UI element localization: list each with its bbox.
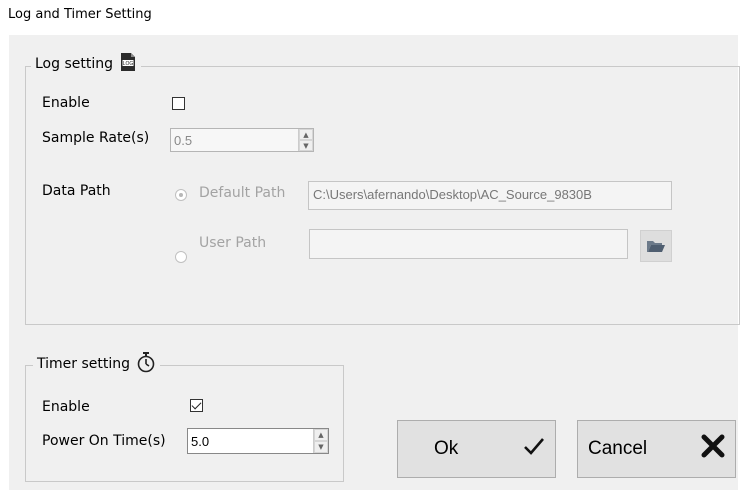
timer-enable-label: Enable xyxy=(42,399,90,415)
x-icon xyxy=(701,434,725,464)
power-on-time-value: 5.0 xyxy=(191,433,210,449)
timer-enable-checkbox[interactable] xyxy=(190,399,203,412)
window-title: Log and Timer Setting xyxy=(8,7,152,22)
cancel-button[interactable]: Cancel xyxy=(577,420,736,478)
log-file-icon: LOG xyxy=(119,52,137,76)
checkmark-icon xyxy=(523,436,545,462)
user-path-radio[interactable] xyxy=(175,251,187,263)
default-path-field[interactable]: C:\Users\afernando\Desktop\AC_Source_983… xyxy=(308,181,672,210)
log-enable-label: Enable xyxy=(42,95,90,111)
browse-button[interactable] xyxy=(640,230,672,262)
spin-down-icon[interactable]: ▼ xyxy=(314,441,328,453)
default-path-label[interactable]: Default Path xyxy=(199,185,285,201)
log-setting-title: Log setting xyxy=(35,56,113,72)
data-path-label: Data Path xyxy=(42,183,111,199)
sample-rate-spinner[interactable]: 0.5 ▲ ▼ xyxy=(170,128,314,152)
default-path-radio[interactable] xyxy=(175,189,187,201)
cancel-label: Cancel xyxy=(588,438,648,459)
timer-setting-group xyxy=(25,365,344,482)
folder-open-icon xyxy=(647,241,665,252)
log-enable-checkbox[interactable] xyxy=(172,97,185,110)
timer-setting-legend: Timer setting xyxy=(33,349,161,379)
power-on-time-spinner[interactable]: 5.0 ▲ ▼ xyxy=(187,428,329,454)
ok-label: Ok xyxy=(434,438,459,459)
svg-text:LOG: LOG xyxy=(123,61,134,67)
timer-setting-title: Timer setting xyxy=(37,356,131,372)
power-on-time-label: Power On Time(s) xyxy=(42,433,166,449)
spin-up-icon[interactable]: ▲ xyxy=(314,429,328,441)
sample-rate-label: Sample Rate(s) xyxy=(42,130,150,146)
spin-down-icon[interactable]: ▼ xyxy=(299,140,313,151)
sample-rate-value: 0.5 xyxy=(174,132,193,148)
log-setting-legend: Log setting LOG xyxy=(31,50,141,78)
spin-up-icon[interactable]: ▲ xyxy=(299,129,313,140)
user-path-label[interactable]: User Path xyxy=(199,235,266,251)
ok-button[interactable]: Ok xyxy=(397,420,556,478)
stopwatch-icon xyxy=(136,351,156,377)
user-path-field[interactable] xyxy=(309,229,628,259)
